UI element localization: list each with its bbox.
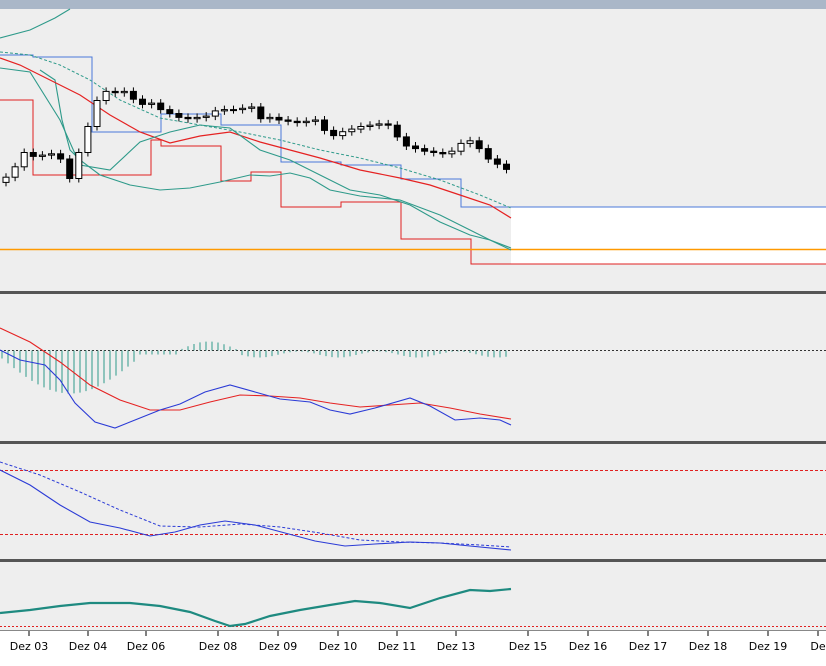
candle[interactable] [157,102,165,111]
x-tick-label: Dez 10 [319,640,358,653]
x-tick-label: Dez 03 [10,640,49,653]
candle[interactable] [484,148,492,160]
candle[interactable] [57,153,65,160]
candle[interactable] [275,116,283,121]
candle[interactable] [129,90,137,100]
x-tick-label: De [810,640,825,653]
candle[interactable] [503,163,510,170]
x-tick-label: Dez 17 [629,640,668,653]
projection-box [511,207,826,264]
candle[interactable] [166,109,174,114]
x-tick-label: Dez 06 [127,640,166,653]
candle[interactable] [2,176,10,183]
x-tick-label: Dez 11 [378,640,417,653]
candle[interactable] [48,153,55,156]
candle[interactable] [466,140,474,144]
candle[interactable] [330,129,338,137]
candle[interactable] [384,123,392,126]
candle[interactable] [348,128,356,133]
candle[interactable] [448,150,456,155]
candle[interactable] [193,116,201,120]
x-tick-label: Dez 18 [689,640,728,653]
x-tick-label: Dez 19 [749,640,788,653]
candle[interactable] [211,110,219,117]
candle[interactable] [29,152,37,157]
candle[interactable] [38,154,46,157]
candle[interactable] [102,90,110,102]
candle[interactable] [339,131,347,137]
candle[interactable] [293,120,301,124]
candle[interactable] [202,115,210,118]
candle[interactable] [457,142,465,152]
candle[interactable] [230,109,237,112]
candle[interactable] [493,158,501,165]
macd-pane[interactable] [0,293,826,441]
candle[interactable] [257,106,265,120]
candle[interactable] [357,126,365,130]
pane-separator[interactable] [0,441,826,444]
candle[interactable] [421,148,429,152]
candle[interactable] [439,152,447,155]
candle[interactable] [184,116,192,120]
pane-separator[interactable] [0,559,826,562]
pane-separator[interactable] [0,291,826,294]
indicator-pane[interactable] [0,562,826,630]
candle[interactable] [475,140,483,150]
candle[interactable] [148,102,156,105]
x-tick-label: Dez 09 [259,640,298,653]
candle[interactable] [93,100,101,127]
x-tick-label: Dez 13 [437,640,476,653]
x-tick-label: Dez 08 [199,640,238,653]
candle[interactable] [393,124,401,138]
window-title-bar [0,0,826,9]
candle[interactable] [175,113,183,118]
candle[interactable] [402,136,410,147]
candle[interactable] [311,119,319,122]
chart-canvas[interactable]: Dez 03 Dez 04 Dez 06 Dez 08 Dez 09 Dez 10 Dez … [0,0,826,666]
candle[interactable] [120,90,128,94]
candle[interactable] [20,152,28,168]
candle[interactable] [266,116,274,120]
candle[interactable] [139,98,146,105]
candle[interactable] [75,152,83,179]
candle[interactable] [248,106,256,109]
x-tick-label: Dez 04 [69,640,108,653]
candle[interactable] [11,166,19,178]
candle[interactable] [284,119,292,122]
candle[interactable] [321,119,328,131]
candle[interactable] [375,123,383,126]
candle[interactable] [111,90,119,94]
x-tick-label: Dez 16 [569,640,608,653]
candle[interactable] [412,145,419,150]
x-tick-label: Dez 15 [509,640,548,653]
candle[interactable] [66,158,74,179]
candle[interactable] [84,126,92,153]
candle[interactable] [366,124,374,127]
candle[interactable] [239,107,247,111]
candle[interactable] [302,120,310,124]
candle[interactable] [430,150,438,153]
candle[interactable] [220,109,228,112]
